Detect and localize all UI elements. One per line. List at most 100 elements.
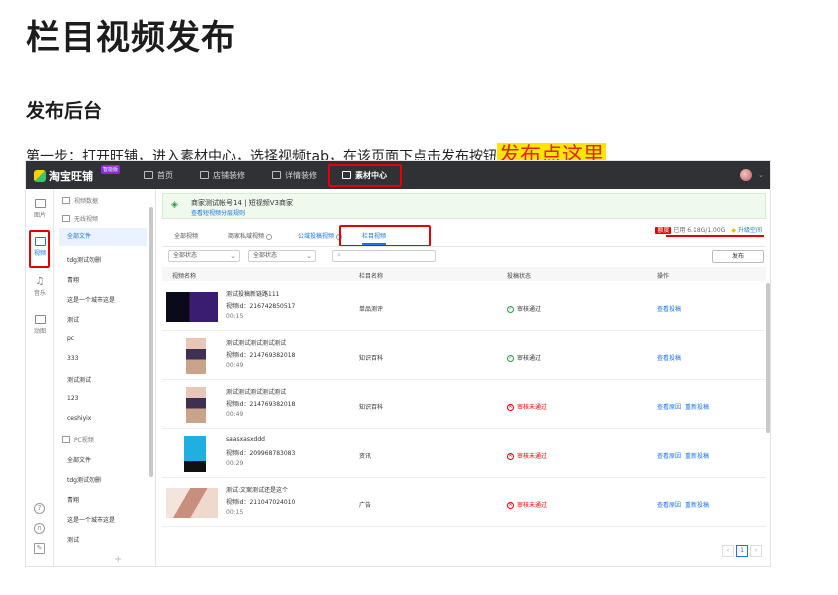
video-id: 视频id：214769382018 (226, 352, 296, 359)
account-notice: ◈ 商家测试帐号14 | 短视频V3商家 查看短视频分层规则 (162, 193, 766, 219)
chevron-down-icon: ⌄ (306, 252, 312, 260)
iconbar-gif[interactable]: 动图 (26, 315, 54, 335)
row-actions: 查看投稿 (657, 353, 685, 362)
status-filter-1[interactable]: 全部状态 ⌄ (168, 250, 240, 262)
pc-video-group[interactable]: PC视频 (62, 435, 94, 444)
storage-usage: 额度 已用 6.18G/1.00G 升级空间 (655, 225, 762, 234)
status-filter-2-value: 全部状态 (253, 252, 278, 259)
category-item[interactable]: 青翔 (67, 495, 147, 504)
category-item[interactable]: tdg测试勿删 (67, 475, 147, 484)
video-id: 视频id：209968783083 (226, 450, 296, 457)
video-thumbnail[interactable] (184, 436, 206, 472)
rules-link[interactable]: 查看短视频分层规则 (191, 208, 245, 217)
header-status: 投稿状态 (507, 273, 532, 280)
review-status: ✕ 审核未通过 (507, 451, 547, 460)
search-input[interactable]: ⌕ (332, 250, 436, 262)
publish-button[interactable]: 发布 (712, 250, 764, 263)
iconbar-music-label: 音乐 (33, 290, 46, 297)
video-thumbnail[interactable] (186, 338, 206, 374)
nav-shop-decoration[interactable]: 店铺装修 (200, 161, 245, 189)
table-row[interactable]: 测试:文案测试还是这个 视频id：211047024010 00:15 广告 ✕… (162, 479, 766, 527)
iconbar-image[interactable]: 图片 (26, 199, 54, 219)
category-item[interactable]: ceshiyix (67, 415, 147, 422)
view-submission-link[interactable]: 查看投稿 (657, 355, 681, 362)
category-item[interactable]: 测试 (67, 535, 147, 544)
category-item[interactable]: tdg测试勿删 (67, 255, 147, 264)
view-reason-link[interactable]: 查看原因 (657, 502, 681, 509)
iconbar-music[interactable]: ♫ 音乐 (26, 277, 54, 298)
category-item[interactable]: 全部文件 (67, 455, 147, 464)
sidebar-scrollbar[interactable] (149, 207, 153, 477)
chevron-down-icon: ⌄ (230, 252, 236, 260)
headset-icon[interactable]: ∩ (34, 523, 45, 534)
brand-name: 淘宝旺铺 (49, 170, 93, 183)
brand-logo[interactable]: 淘宝旺铺 (34, 168, 93, 184)
tab-divider (162, 246, 766, 247)
avatar[interactable] (740, 169, 752, 181)
resubmit-link[interactable]: 重新投稿 (685, 453, 709, 460)
detail-icon (272, 171, 281, 179)
annotation-box-video (29, 230, 50, 268)
column-name: 知识百科 (359, 404, 384, 411)
review-status: ✕ 审核未通过 (507, 500, 547, 509)
view-reason-link[interactable]: 查看原因 (657, 404, 681, 411)
x-circle-icon: ✕ (507, 453, 514, 460)
tab-private-videos[interactable]: 商家私域视频 (228, 229, 273, 245)
view-submission-link[interactable]: 查看投稿 (657, 306, 681, 313)
category-item[interactable]: 青翔 (67, 275, 147, 284)
status-label: 审核未通过 (517, 502, 548, 509)
resubmit-link[interactable]: 重新投稿 (685, 502, 709, 509)
header-ops: 操作 (657, 273, 670, 280)
header-name: 视频名称 (172, 273, 197, 280)
category-item[interactable]: 全部文件 (59, 228, 147, 246)
iconbar-gif-label: 动图 (33, 328, 46, 335)
table-row[interactable]: 测试测试测试测试测试 视频id：214769382018 00:49 知识百科 … (162, 381, 766, 429)
category-sidebar: 视频数据 无线视频 全部文件 tdg测试勿删 青翔 这是一个城市这是 测试 pc… (54, 189, 156, 566)
video-thumbnail[interactable] (166, 292, 218, 322)
info-icon[interactable] (266, 233, 273, 240)
nav-home[interactable]: 首页 (144, 161, 173, 189)
table-header: 视频名称 栏目名称 投稿状态 操作 (162, 267, 766, 281)
nav-home-label: 首页 (157, 170, 173, 180)
table-row[interactable]: 测试投稿新链路111 视频id：216742850517 00:15 单品测评 … (162, 283, 766, 331)
add-category-button[interactable]: + (114, 554, 122, 565)
status-label: 审核未通过 (517, 404, 548, 411)
category-item[interactable]: 这是一个城市这是 (67, 295, 147, 304)
category-item[interactable]: 123 (67, 395, 147, 402)
next-page-button[interactable]: › (750, 545, 762, 557)
upgrade-space-link[interactable]: 升级空间 (731, 227, 762, 234)
edit-icon[interactable]: ✎ (34, 543, 45, 554)
page-number[interactable]: 1 (736, 545, 748, 557)
prev-page-button[interactable]: ‹ (722, 545, 734, 557)
tab-all-label: 全部视频 (174, 233, 199, 240)
tab-private-label: 商家私域视频 (228, 233, 265, 240)
x-circle-icon: ✕ (507, 404, 514, 411)
resubmit-link[interactable]: 重新投稿 (685, 404, 709, 411)
category-item[interactable]: 测试 (67, 315, 147, 324)
table-row[interactable]: saasxasxddd 视频id：209968783083 00:29 资讯 ✕… (162, 430, 766, 478)
status-label: 审核通过 (517, 306, 542, 313)
category-item[interactable]: pc (67, 335, 147, 342)
video-thumbnail[interactable] (166, 488, 218, 518)
tab-public-videos[interactable]: 公域投稿视频 (298, 229, 343, 245)
view-reason-link[interactable]: 查看原因 (657, 453, 681, 460)
status-filter-2[interactable]: 全部状态 ⌄ (248, 250, 316, 262)
chevron-down-icon[interactable]: ⌄ (758, 171, 764, 179)
nav-shop-label: 店铺装修 (213, 170, 245, 180)
table-row[interactable]: 测试测试测试测试测试 视频id：214769382018 00:49 知识百科 … (162, 332, 766, 380)
video-title: 测试测试测试测试测试 (226, 340, 287, 347)
check-circle-icon: ✓ (507, 306, 514, 313)
video-title: 测试:文案测试还是这个 (226, 487, 289, 494)
wireless-video-group[interactable]: 无线视频 (62, 214, 98, 223)
table-scrollbar[interactable] (766, 283, 770, 433)
video-data-link[interactable]: 视频数据 (62, 196, 98, 205)
category-item[interactable]: 333 (67, 355, 147, 362)
help-icon[interactable]: ? (34, 503, 45, 514)
category-item[interactable]: 测试测试 (67, 375, 147, 384)
video-title: 测试测试测试测试测试 (226, 389, 287, 396)
tab-all-videos[interactable]: 全部视频 (174, 229, 198, 245)
video-thumbnail[interactable] (186, 387, 206, 423)
nav-detail-decoration[interactable]: 详情装修 (272, 161, 317, 189)
category-item[interactable]: 这是一个城市这是 (67, 515, 147, 524)
video-duration: 00:15 (226, 313, 244, 320)
